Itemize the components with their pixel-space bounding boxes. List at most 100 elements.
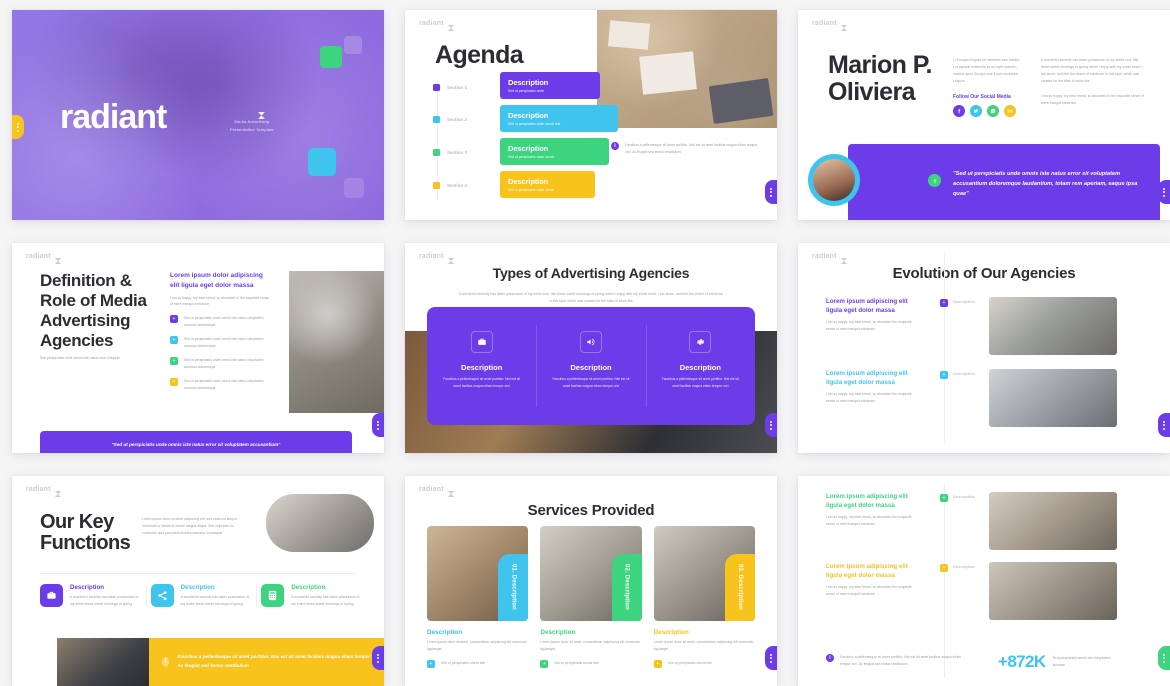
card-footer: + Sed ut perspiciatis omnis iste: [653, 659, 755, 668]
brand-logo: radiant: [812, 252, 848, 264]
row-text: Lorem ipsum adipiscing elit ligula eget …: [826, 562, 918, 597]
item-title: Description: [180, 584, 215, 591]
row-photo: [989, 562, 1117, 620]
section-bullet-icon: [433, 116, 440, 123]
card-title: Description: [508, 111, 549, 120]
card-footer-text: Sed ut perspiciatis omnis iste: [441, 661, 486, 666]
cover-subtitle: Media Advertising Presentation Template: [217, 118, 287, 133]
stat-number: +872K: [998, 652, 1046, 671]
agenda-card-4[interactable]: Description Sed ut perspiciatis unde omn…: [500, 171, 595, 198]
whatsapp-icon[interactable]: [987, 104, 999, 117]
row-photo: [989, 369, 1117, 427]
slide-title: Our Key Functions: [40, 511, 135, 554]
row-photo: [989, 492, 1117, 550]
type-card-3[interactable]: Description Faucibus a pellentesque sit …: [645, 307, 755, 425]
profile-paragraph-1: A wonderful serenity has taken possessio…: [1041, 58, 1143, 83]
agenda-row-1[interactable]: Section 1: [433, 84, 467, 91]
agenda-row-4[interactable]: Section 4: [433, 182, 467, 189]
quote-banner: "Sed ut perspiciatis unde omnis iste nat…: [848, 144, 1160, 220]
agenda-card-1[interactable]: Description Sed ut perspiciatis unde: [500, 72, 600, 99]
radiant-mark-icon: [840, 19, 848, 31]
row-chip: + Description: [918, 492, 976, 502]
slide-menu-handle[interactable]: [1158, 413, 1170, 437]
service-card-1[interactable]: 01. Description Description Lorem ipsum …: [427, 526, 529, 668]
evolution-row-2[interactable]: Lorem ipsum adipiscing elit ligula eget …: [826, 562, 1156, 620]
card-text: Faucibus a pellentesque sit amet porttit…: [552, 377, 630, 388]
definition-content: Lorem ipsum dolor adipiscing elit ligula…: [170, 271, 270, 399]
plus-square-icon: +: [653, 659, 662, 668]
content-lead: I am so happy, my dear friend, so absorb…: [170, 295, 270, 307]
key-function-list: Description A wonderful serenity has tak…: [40, 584, 362, 608]
type-card-1[interactable]: Description Faucibus a pellentesque sit …: [427, 307, 536, 425]
list-item: + Sed ut perspiciatis unde omnis iste na…: [170, 357, 270, 371]
evolution-row-1[interactable]: Lorem ipsum adipiscing elit ligula eget …: [826, 492, 1156, 550]
brand-logo: radiant: [419, 252, 455, 264]
quote-badge-icon: [928, 174, 941, 187]
agenda-row-2[interactable]: Section 2: [433, 116, 467, 123]
card-title: Description: [461, 363, 503, 372]
plus-square-icon: +: [540, 659, 549, 668]
slide-menu-handle[interactable]: [372, 646, 384, 670]
slide-menu-handle[interactable]: [1158, 646, 1170, 670]
banner-photo: [57, 638, 149, 686]
slide-key-functions[interactable]: radiant Our Key Functions Lorem ipsum do…: [12, 476, 384, 686]
slide-menu-handle[interactable]: [765, 646, 777, 670]
slide-menu-handle[interactable]: [765, 413, 777, 437]
plus-square-icon: +: [940, 564, 948, 572]
item-title: Description: [291, 584, 326, 591]
profile-paragraph-2: I am so happy, my dear friend, so absorb…: [1041, 93, 1145, 105]
row-text: Lorem ipsum adipiscing elit ligula eget …: [826, 297, 918, 332]
slide-profile[interactable]: radiant Marion P. Oliviera Li Europan li…: [798, 10, 1170, 220]
card-title: Description: [508, 78, 549, 87]
agenda-row-3[interactable]: Section 3: [433, 149, 467, 156]
agenda-card-3[interactable]: Description Sed ut perspiciatis unde omn…: [500, 138, 609, 165]
slide-title: Evolution of Our Agencies: [892, 265, 1076, 282]
bullet-list: + Sed ut perspiciatis unde omnis iste na…: [170, 315, 270, 391]
slide-menu-handle[interactable]: [765, 180, 777, 204]
brand-logo: radiant: [812, 19, 848, 31]
slide-title: Services Provided: [527, 502, 655, 519]
slide-menu-handle[interactable]: [372, 413, 384, 437]
list-item: + Sed ut perspiciatis unde omnis iste na…: [170, 315, 270, 329]
card-text: Faucibus a pellentesque sit amet porttit…: [661, 377, 739, 388]
key-function-item-2[interactable]: Description A wonderful serenity has tak…: [145, 584, 252, 608]
slide-definition[interactable]: radiant Definition & Role of Media Adver…: [12, 243, 384, 453]
slide-title: Definition & Role of Media Advertising A…: [40, 271, 147, 351]
card-title: Description: [540, 629, 576, 636]
section-bullet-icon: [433, 182, 440, 189]
agenda-card-2[interactable]: Description Sed ut perspiciatis unde omn…: [500, 105, 618, 132]
slide-title: Agenda: [435, 41, 524, 69]
service-caption: Description Lorem ipsum dolor sit amet, …: [540, 629, 641, 668]
facebook-icon[interactable]: [953, 104, 965, 117]
brand-logo-text: radiant: [812, 252, 837, 260]
type-card-2[interactable]: Description Faucibus a pellentesque sit …: [536, 307, 645, 425]
list-item-text: Sed ut perspiciatis unde omnis iste natu…: [184, 316, 264, 328]
slide-services[interactable]: radiant Services Provided 01. Descriptio…: [405, 476, 777, 686]
calculator-icon: [261, 584, 285, 607]
evolution-row-2[interactable]: Lorem ipsum adipiscing elit ligula eget …: [826, 369, 1156, 427]
card-subtitle: Sed ut perspiciatis unde omnis: [508, 155, 555, 159]
slide-evolution[interactable]: radiant Evolution of Our Agencies Lorem …: [798, 243, 1170, 453]
social-icon-row: [953, 104, 1025, 117]
profile-bio-column: Li Europan lingues es membres sam famili…: [953, 57, 1025, 117]
slide-menu-handle[interactable]: [1158, 180, 1170, 204]
service-card-3[interactable]: 03. Description Description Lorem ipsum …: [653, 526, 755, 668]
service-card-2[interactable]: 02. Description Description Lorem ipsum …: [540, 526, 642, 668]
key-function-item-1[interactable]: Description A wonderful serenity has tak…: [40, 584, 141, 608]
cover-title: radiant: [60, 98, 167, 136]
brand-logo: radiant: [419, 485, 455, 497]
twitter-icon[interactable]: [970, 104, 982, 117]
slide-agenda[interactable]: radiant Agenda Section 1 Description Sed…: [405, 10, 777, 220]
evolution-row-1[interactable]: Lorem ipsum adipiscing elit ligula eget …: [826, 297, 1156, 355]
title-line1: Our Key: [40, 511, 114, 533]
slide-evolution-stats[interactable]: Lorem ipsum adipiscing elit ligula eget …: [798, 476, 1170, 686]
slide-types[interactable]: radiant Types of Advertising Agencies A …: [405, 243, 777, 453]
slide-menu-handle[interactable]: [12, 115, 24, 139]
chip-label: Description: [953, 494, 976, 499]
slide-cover[interactable]: radiant Media Advertising Presentation T…: [12, 10, 384, 220]
briefcase-icon: [470, 331, 493, 353]
section-label: Section 1: [447, 85, 468, 90]
linkedin-icon[interactable]: [1004, 104, 1016, 117]
key-function-item-3[interactable]: Description A wonderful serenity has tak…: [256, 584, 362, 608]
row-photo: [989, 297, 1117, 355]
